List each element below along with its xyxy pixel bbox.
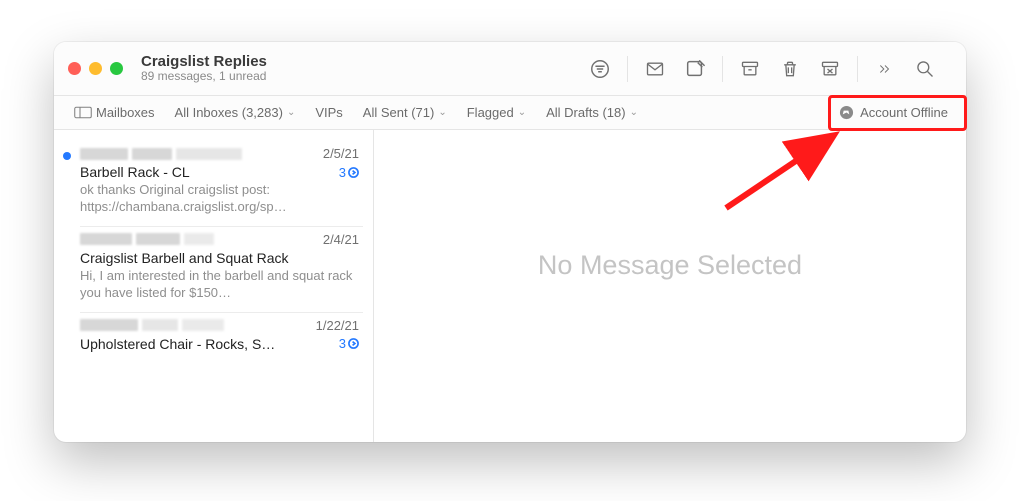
mail-window: Craigslist Replies 89 messages, 1 unread [54,42,966,442]
close-window-button[interactable] [68,62,81,75]
filter-button[interactable] [589,58,611,80]
all-sent-item[interactable]: All Sent (71) ⌄ [353,105,457,120]
flagged-label: Flagged [467,105,514,120]
mailbox-subtitle: 89 messages, 1 unread [141,70,267,84]
delete-button[interactable] [779,58,801,80]
junk-button[interactable] [819,58,841,80]
more-toolbar-button[interactable] [874,58,896,80]
all-drafts-label: All Drafts (18) [546,105,625,120]
title-block: Craigslist Replies 89 messages, 1 unread [141,53,267,84]
vips-label: VIPs [315,105,342,120]
all-inboxes-label: All Inboxes (3,283) [175,105,283,120]
sender-redacted [80,233,315,245]
content-area: 2/5/21 Barbell Rack - CL 3 ok thanks Ori… [54,130,966,442]
message-preview: Hi, I am interested in the barbell and s… [80,268,359,302]
all-inboxes-item[interactable]: All Inboxes (3,283) ⌄ [165,105,306,120]
unread-dot-icon [63,152,71,160]
vips-item[interactable]: VIPs [305,105,352,120]
message-subject: Craigslist Barbell and Squat Rack [80,250,359,266]
archive-button[interactable] [739,58,761,80]
message-date: 1/22/21 [316,318,359,333]
detail-pane: No Message Selected [374,130,966,442]
chevron-right-icon [348,167,359,178]
chevron-down-icon: ⌄ [518,107,526,118]
get-mail-button[interactable] [644,58,666,80]
thread-count[interactable]: 3 [339,336,359,351]
message-date: 2/4/21 [323,232,359,247]
message-preview: ok thanks Original craigslist post: http… [80,182,359,216]
message-list[interactable]: 2/5/21 Barbell Rack - CL 3 ok thanks Ori… [54,130,374,442]
thread-count[interactable]: 3 [339,165,359,180]
sender-redacted [80,148,315,160]
mailbox-title: Craigslist Replies [141,53,267,70]
flagged-item[interactable]: Flagged ⌄ [457,105,536,120]
message-item[interactable]: 2/5/21 Barbell Rack - CL 3 ok thanks Ori… [54,140,373,226]
message-date: 2/5/21 [323,146,359,161]
zoom-window-button[interactable] [110,62,123,75]
message-item[interactable]: 2/4/21 Craigslist Barbell and Squat Rack… [54,226,373,312]
chevron-right-icon [348,338,359,349]
traffic-lights [68,62,123,75]
chevron-down-icon: ⌄ [438,107,446,118]
search-button[interactable] [914,58,936,80]
titlebar: Craigslist Replies 89 messages, 1 unread [54,42,966,96]
compose-button[interactable] [684,58,706,80]
account-offline-label: Account Offline [860,105,948,120]
message-subject: Upholstered Chair - Rocks, S… 3 [80,336,359,352]
chevron-down-icon: ⌄ [287,107,295,118]
sender-redacted [80,319,308,331]
all-drafts-item[interactable]: All Drafts (18) ⌄ [536,105,648,120]
favorites-bar: Mailboxes All Inboxes (3,283) ⌄ VIPs All… [54,96,966,130]
all-sent-label: All Sent (71) [363,105,435,120]
minimize-window-button[interactable] [89,62,102,75]
message-subject: Barbell Rack - CL 3 [80,164,359,180]
mailboxes-button[interactable]: Mailboxes [64,105,165,120]
mailboxes-label: Mailboxes [96,105,155,120]
chevron-down-icon: ⌄ [630,107,638,118]
message-item[interactable]: 1/22/21 Upholstered Chair - Rocks, S… 3 [54,312,373,362]
toolbar [573,56,952,82]
no-message-selected: No Message Selected [538,250,802,281]
offline-icon [839,105,854,120]
account-offline-button[interactable]: Account Offline [831,102,956,123]
